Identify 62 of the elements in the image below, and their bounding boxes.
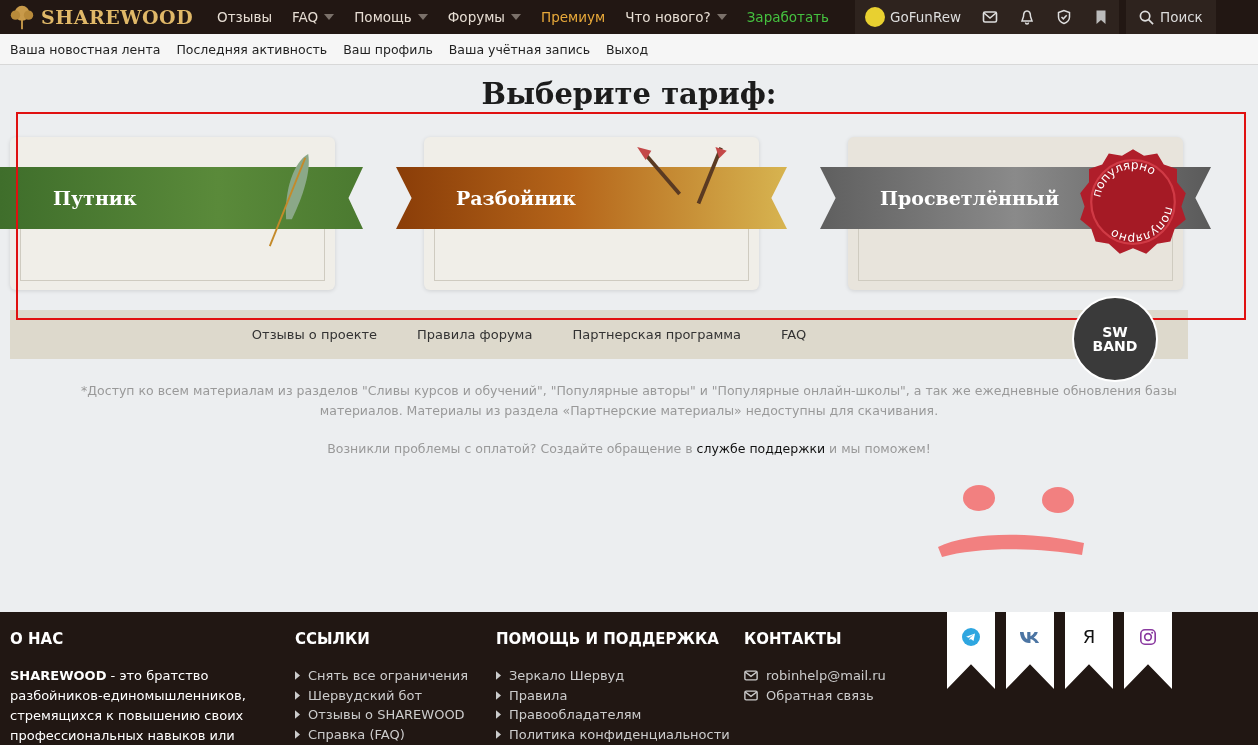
nav-link[interactable]: FAQ [282,9,345,25]
mail-icon[interactable] [982,9,998,25]
plan-name: Путник [53,187,137,209]
footer-heading: ПОМОЩЬ И ПОДДЕРЖКА [496,630,720,648]
footer-heading: КОНТАКТЫ [744,630,843,648]
plan-name: Разбойник [456,187,576,209]
instagram-icon [1139,628,1157,646]
footer-link[interactable]: Снять все ограничения [295,666,496,686]
nav-link[interactable]: Отзывы [207,9,283,25]
subnav-link[interactable]: Последняя активность [176,41,328,57]
caret-icon [324,14,335,20]
vk-icon [1019,631,1041,644]
strip-link[interactable]: Партнерская программа [572,327,741,342]
nav-link[interactable]: Помощь [344,9,438,25]
footer-link[interactable]: Справка (FAQ) [295,724,496,744]
avatar [865,7,886,27]
page-title: Выберите тариф: [480,76,778,111]
site-logo[interactable]: SHAREWOOD [8,4,194,30]
social-ribbon[interactable] [1006,612,1054,689]
contact-link[interactable]: Обратная связь [744,685,934,705]
social-letter: Я [1082,628,1096,646]
footer-link[interactable]: Шервудский бот [295,685,496,705]
shield-icon[interactable] [1056,9,1072,25]
subnav-link[interactable]: Ваша новостная лента [10,41,161,57]
search-button[interactable]: Поиск [1126,0,1216,34]
plan-name: Просветлённый [880,187,1059,209]
footer-heading: ССЫЛКИ [295,630,371,648]
strip-link[interactable]: Отзывы о проекте [251,327,378,342]
footer-link[interactable]: Правила [496,685,744,705]
support-text: Возникли проблемы с оплатой? Создайте обращение в службе поддержки и мы поможем! [326,441,932,456]
caret-icon [417,14,428,20]
strip-link[interactable]: FAQ [781,327,807,342]
social-ribbon[interactable] [1124,612,1172,689]
contact-link[interactable]: robinhelp@mail.ru [744,666,934,686]
footer-link[interactable]: Зеркало Шервуд [496,666,744,686]
social-ribbon[interactable] [947,612,995,689]
nav-link[interactable]: Форумы [437,9,532,25]
band-logo[interactable]: SW BAND [1072,296,1158,382]
caret-icon [716,14,727,20]
telegram-icon [962,628,980,646]
support-link[interactable]: службе поддержки [696,441,826,456]
user-link[interactable]: GoFunRew [865,7,961,27]
nav-link[interactable]: Что нового? [615,9,737,25]
social-ribbon[interactable]: Я [1065,612,1113,689]
mail-icon [744,670,758,682]
access-note: *Доступ ко всем материалам из разделов "Сливы курсов и обучений", "Популярные авторы" и "Популярные онлайн-школы", а так же ежедневные обновления базы материалов. Материалы из раздела «Партнерские материалы» недоступны для скачивания. [80,382,1178,420]
nav-link[interactable]: Заработать [736,9,840,25]
footer-link[interactable]: Правообладателям [496,705,744,725]
strip-link[interactable]: Правила форума [417,327,533,342]
subnav-link[interactable]: Ваша учётная запись [448,41,590,57]
subnav-link[interactable]: Выход [606,41,649,57]
caret-icon [511,14,522,20]
bell-icon[interactable] [1019,9,1035,25]
nav-link[interactable]: Премиум [531,9,616,25]
search-icon [1139,9,1154,25]
footer-link[interactable]: Политика конфиденциальности [496,724,744,744]
subnav-link[interactable]: Ваш профиль [343,41,433,57]
mail-icon [744,689,758,701]
about-text: SHAREWOOD - это братство разбойников-единомышленников, стремящихся к повышению своих профессиональных навыков или [10,667,247,745]
footer-heading: О НАС [10,630,65,648]
tree-icon [8,4,36,30]
footer-link[interactable]: Отзывы о SHAREWOOD [295,705,496,725]
